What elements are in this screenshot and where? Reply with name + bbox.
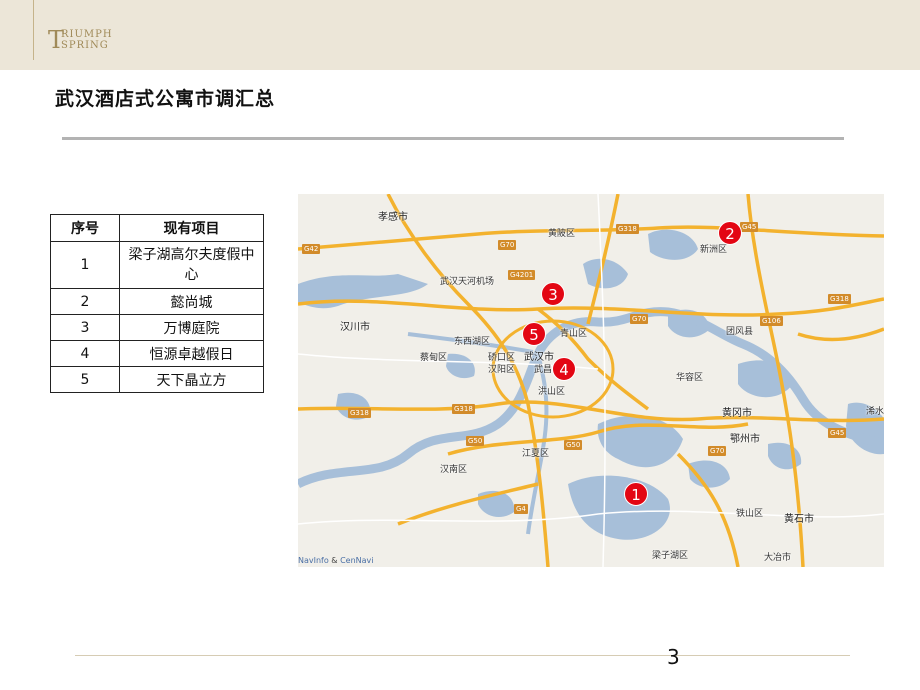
label-xinzhou: 新洲区	[700, 245, 728, 255]
lake	[597, 415, 683, 468]
label-liangzihu: 梁子湖区	[652, 551, 689, 561]
shield-g70: G70	[708, 446, 727, 456]
header-project: 现有项目	[119, 214, 264, 242]
label-airport: 武汉天河机场	[440, 277, 495, 287]
shield-g318: G318	[452, 404, 475, 414]
wuhan-map[interactable]: 孝感市 黄陂区 武汉天河机场 新洲区 青山区 武汉市 东西湖区 硚口区 汉阳区 …	[298, 194, 884, 567]
row-no: 2	[50, 288, 120, 315]
label-qingshan: 青山区	[560, 329, 588, 339]
label-hanchuan: 汉川市	[340, 322, 370, 333]
project-marker-5[interactable]: 5	[522, 322, 546, 346]
credit-navinfo[interactable]: NavInfo	[298, 556, 329, 565]
title-divider	[62, 137, 844, 140]
table-row: 5 天下晶立方	[50, 366, 264, 393]
project-marker-2[interactable]: 2	[718, 221, 742, 245]
shield-g4: G4	[514, 504, 528, 514]
shield-g318: G318	[616, 224, 639, 234]
label-caidian: 蔡甸区	[420, 353, 448, 363]
table-row: 2 懿尚城	[50, 288, 264, 315]
project-marker-4[interactable]: 4	[552, 357, 576, 381]
row-project: 万博庭院	[119, 314, 264, 341]
lake	[568, 475, 670, 540]
label-huanggang: 黄冈市	[722, 408, 752, 419]
row-project: 天下晶立方	[119, 366, 264, 393]
label-tuanfeng: 团风县	[726, 327, 754, 337]
table-row: 1 梁子湖高尔夫度假中心	[50, 241, 264, 289]
lake	[446, 353, 475, 379]
label-xiaogan: 孝感市	[378, 212, 408, 223]
shield-g45: G45	[740, 222, 759, 232]
row-project: 懿尚城	[119, 288, 264, 315]
shield-g50: G50	[564, 440, 583, 450]
shield-g42: G42	[302, 244, 321, 254]
brand-logo: T RIUMPH SPRING	[48, 26, 128, 56]
label-hanyang: 汉阳区	[488, 365, 516, 375]
table-header-row: 序号 现有项目	[50, 214, 264, 242]
row-no: 1	[50, 241, 120, 289]
label-ezhou: 鄂州市	[730, 434, 760, 445]
label-hongshan: 洪山区	[538, 387, 566, 397]
lake	[768, 442, 802, 470]
table-row: 3 万博庭院	[50, 314, 264, 341]
label-dongxihu: 东西湖区	[454, 337, 491, 347]
table-row: 4 恒源卓越假日	[50, 340, 264, 367]
header-bar: T RIUMPH SPRING	[0, 0, 920, 70]
shield-g50: G50	[466, 436, 485, 446]
project-marker-1[interactable]: 1	[624, 482, 648, 506]
logo-line-1: RIUMPH	[61, 29, 113, 40]
footer-divider	[75, 655, 850, 656]
page-number: 3	[667, 645, 680, 669]
lake	[648, 229, 698, 260]
logo-divider	[33, 0, 34, 60]
row-no: 4	[50, 340, 120, 367]
highway	[797, 327, 884, 342]
credit-cennavi[interactable]: CenNavi	[340, 556, 373, 565]
row-no: 3	[50, 314, 120, 341]
row-project: 梁子湖高尔夫度假中心	[119, 241, 264, 289]
page-title: 武汉酒店式公寓市调汇总	[55, 88, 276, 110]
label-huangshi: 黄石市	[784, 514, 814, 525]
shield-g318: G318	[348, 408, 371, 418]
project-table: 序号 现有项目 1 梁子湖高尔夫度假中心 2 懿尚城 3 万博庭院 4 恒源卓越…	[50, 214, 264, 393]
project-marker-3[interactable]: 3	[541, 282, 565, 306]
label-wuhan: 武汉市	[524, 352, 554, 363]
label-xishui: 浠水	[866, 407, 884, 417]
label-hannan: 汉南区	[440, 465, 468, 475]
label-huarong: 华容区	[676, 373, 704, 383]
shield-g45: G45	[828, 428, 847, 438]
shield-g106: G106	[760, 316, 783, 326]
row-project: 恒源卓越假日	[119, 340, 264, 367]
label-daye: 大冶市	[764, 553, 792, 563]
credit-amp: &	[328, 556, 341, 565]
shield-g70: G70	[630, 314, 649, 324]
label-jiangxia: 江夏区	[522, 449, 550, 459]
shield-g4201: G4201	[508, 270, 536, 280]
shield-g318: G318	[828, 294, 851, 304]
label-huangpi: 黄陂区	[548, 229, 576, 239]
header-no: 序号	[50, 214, 120, 242]
logo-line-2: SPRING	[61, 40, 109, 51]
shield-g70: G70	[498, 240, 517, 250]
label-tieshan: 铁山区	[736, 509, 764, 519]
row-no: 5	[50, 366, 120, 393]
lake	[583, 258, 628, 289]
map-credit: NavInfo & CenNavi	[298, 556, 374, 565]
highway	[298, 225, 884, 251]
